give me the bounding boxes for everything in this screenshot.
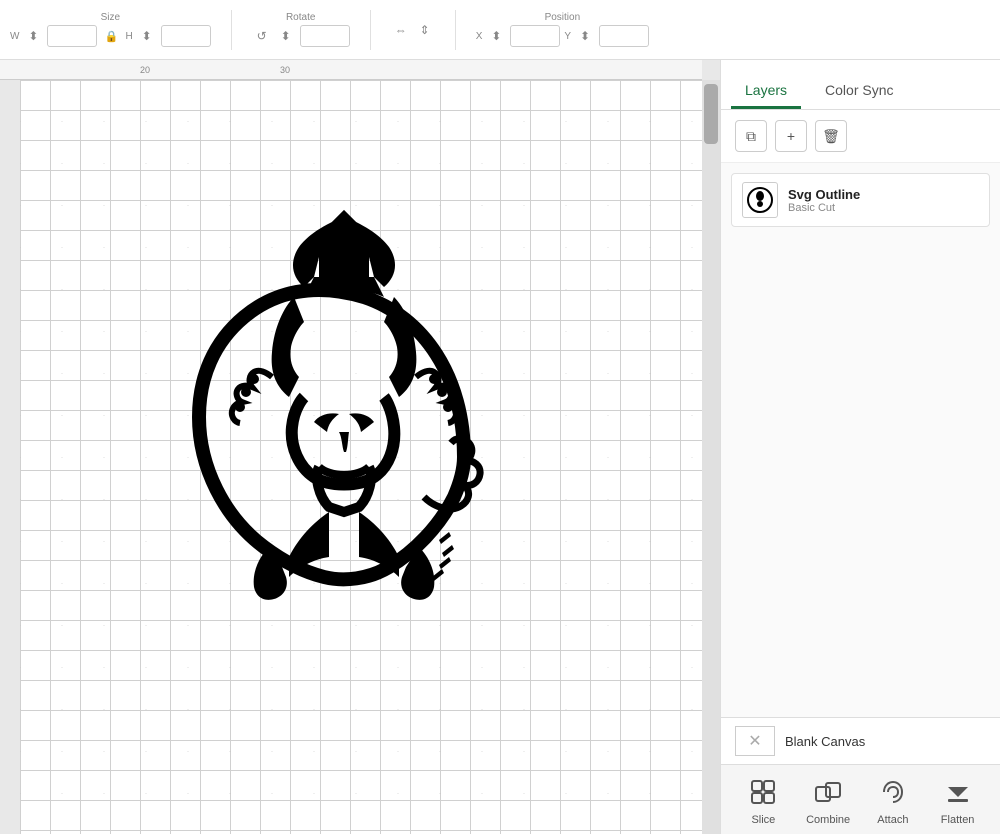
rotate-stepper[interactable]: ⬍ [276, 26, 296, 46]
copy-icon: ⧉ [746, 128, 756, 145]
layer-type: Basic Cut [788, 202, 979, 214]
size-label: Size [101, 12, 120, 23]
top-toolbar: Size W ⬍ 🔒 H ⬍ Rotate ↺ ⬍ ⇔ ⇕ Position X [0, 0, 1000, 60]
mirror-group: ⇔ ⇕ [391, 20, 435, 40]
attach-label: Attach [877, 814, 908, 826]
layer-thumbnail-svg [746, 186, 774, 214]
rotate-label: Rotate [286, 12, 315, 23]
lock-icon[interactable]: 🔒 [101, 26, 121, 46]
combine-label: Combine [806, 814, 850, 826]
tab-layers[interactable]: Layers [731, 74, 801, 109]
ruler-top: 20 30 [0, 60, 702, 80]
delete-layer-button[interactable]: 🗑 [815, 120, 847, 152]
combine-button[interactable]: Combine [798, 774, 858, 826]
panel-tabs: Layers Color Sync [721, 60, 1000, 110]
y-stepper[interactable]: ⬍ [575, 26, 595, 46]
main-area: 20 30 [0, 60, 1000, 834]
tab-color-sync[interactable]: Color Sync [811, 74, 907, 109]
size-inputs: W ⬍ 🔒 H ⬍ [10, 25, 211, 47]
copy-layer-button[interactable]: ⧉ [735, 120, 767, 152]
panel-toolbar: ⧉ + 🗑 [721, 110, 1000, 163]
layer-info: Svg Outline Basic Cut [788, 187, 979, 214]
x-input[interactable] [510, 25, 560, 47]
rotate-inputs: ↺ ⬍ [252, 25, 350, 47]
ruler-mark-30: 30 [280, 65, 290, 75]
canvas-label: Blank Canvas [785, 734, 865, 749]
canvas-preview: ✕ [735, 726, 775, 756]
svg-artwork[interactable] [114, 197, 554, 717]
mirror-inputs: ⇔ ⇕ [391, 20, 435, 40]
y-label: Y [564, 31, 571, 42]
divider-1 [231, 10, 232, 50]
rotate-group: Rotate ↺ ⬍ [252, 12, 350, 47]
grid-canvas[interactable] [20, 80, 702, 834]
canvas-x-icon: ✕ [748, 731, 761, 751]
slice-button[interactable]: Slice [733, 774, 793, 826]
w-label: W [10, 31, 19, 42]
scrollbar-thumb[interactable] [704, 84, 718, 144]
w-stepper[interactable]: ⬍ [23, 26, 43, 46]
y-input[interactable] [599, 25, 649, 47]
right-panel: Layers Color Sync ⧉ + 🗑 [720, 60, 1000, 834]
h-label: H [125, 31, 132, 42]
flatten-icon [940, 774, 976, 810]
slice-label: Slice [751, 814, 775, 826]
canvas-selector[interactable]: ✕ Blank Canvas [721, 717, 1000, 764]
combine-icon [810, 774, 846, 810]
layer-thumbnail [742, 182, 778, 218]
layer-name: Svg Outline [788, 187, 979, 202]
divider-3 [455, 10, 456, 50]
position-label: Position [545, 12, 581, 23]
attach-icon [875, 774, 911, 810]
x-label: X [476, 31, 483, 42]
add-layer-button[interactable]: + [775, 120, 807, 152]
h-stepper[interactable]: ⬍ [137, 26, 157, 46]
attach-button[interactable]: Attach [863, 774, 923, 826]
vertical-scrollbar[interactable] [702, 80, 720, 834]
rotate-icon[interactable]: ↺ [252, 26, 272, 46]
position-group: Position X ⬍ Y ⬍ [476, 12, 649, 47]
ruler-mark-20: 20 [140, 65, 150, 75]
layer-item[interactable]: Svg Outline Basic Cut [731, 173, 990, 227]
flip-v-icon[interactable]: ⇕ [415, 20, 435, 40]
x-stepper[interactable]: ⬍ [486, 26, 506, 46]
divider-2 [370, 10, 371, 50]
flatten-button[interactable]: Flatten [928, 774, 988, 826]
add-icon: + [787, 128, 795, 144]
layer-list: Svg Outline Basic Cut [721, 163, 1000, 717]
delete-icon: 🗑 [822, 128, 840, 145]
w-input[interactable] [47, 25, 97, 47]
bottom-toolbar: Slice Combine Attach [721, 764, 1000, 834]
position-inputs: X ⬍ Y ⬍ [476, 25, 649, 47]
slice-icon [745, 774, 781, 810]
h-input[interactable] [161, 25, 211, 47]
canvas-area: 20 30 [0, 60, 720, 834]
size-group: Size W ⬍ 🔒 H ⬍ [10, 12, 211, 47]
rotate-input[interactable] [300, 25, 350, 47]
flip-h-icon[interactable]: ⇔ [391, 20, 411, 40]
flatten-label: Flatten [941, 814, 975, 826]
